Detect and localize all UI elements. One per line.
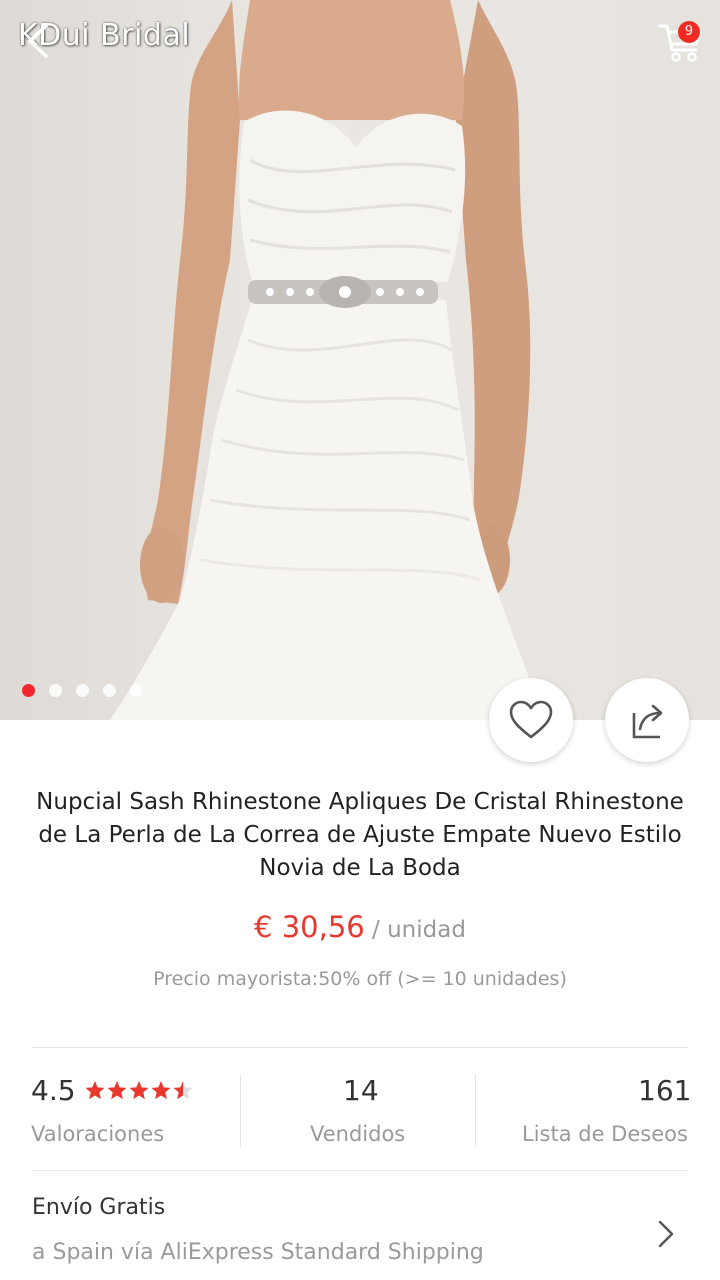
heart-icon [509,700,553,739]
star-icon [129,1081,149,1100]
gallery-dot[interactable] [130,684,143,697]
share-button[interactable] [605,678,689,762]
rating-label: Valoraciones [31,1122,165,1146]
star-icon [85,1081,105,1100]
rating-stars [84,1080,196,1102]
product-image-gallery[interactable]: KDui Bridal 9 [0,0,720,720]
wishlist-label: Lista de Deseos [522,1122,688,1146]
gallery-pagination [22,684,143,697]
share-icon [632,704,663,739]
back-arrow-icon [28,24,48,58]
price-line: € 30,56 / unidad [0,910,720,944]
back-button[interactable] [20,22,58,60]
product-title: Nupcial Sash Rhinestone Apliques De Cris… [36,789,684,881]
chevron-right-icon[interactable] [654,1218,678,1250]
add-to-wishlist-button[interactable] [489,678,573,762]
divider [32,1170,688,1171]
rating-value: 4.5 [31,1074,76,1107]
shipping-detail: a Spain vía AliExpress Standard Shipping [32,1240,484,1265]
cart-count-badge: 9 [678,21,700,43]
wholesale-price-note: Precio mayorista:50% off (>= 10 unidades… [153,968,567,990]
product-price: € 30,56 [254,910,365,944]
stat-divider [240,1074,241,1148]
product-detail-page: KDui Bridal 9 Nupcial Sash Rhinestone Ap… [0,0,720,1280]
divider [32,1047,688,1048]
product-photo [110,0,552,720]
gallery-dot[interactable] [49,684,62,697]
shipping-title: Envío Gratis [32,1195,166,1220]
star-icon [107,1081,127,1100]
star-icon [151,1081,171,1100]
wishlist-count: 161 [638,1074,692,1107]
gallery-dot[interactable] [103,684,116,697]
sold-label: Vendidos [310,1122,406,1146]
star-icon [173,1081,193,1100]
sold-count: 14 [343,1074,379,1107]
stat-divider [475,1074,476,1148]
gallery-dot[interactable] [22,684,35,697]
gallery-dot[interactable] [76,684,89,697]
price-unit: / unidad [364,917,466,943]
star-rating-icon [85,1081,193,1100]
